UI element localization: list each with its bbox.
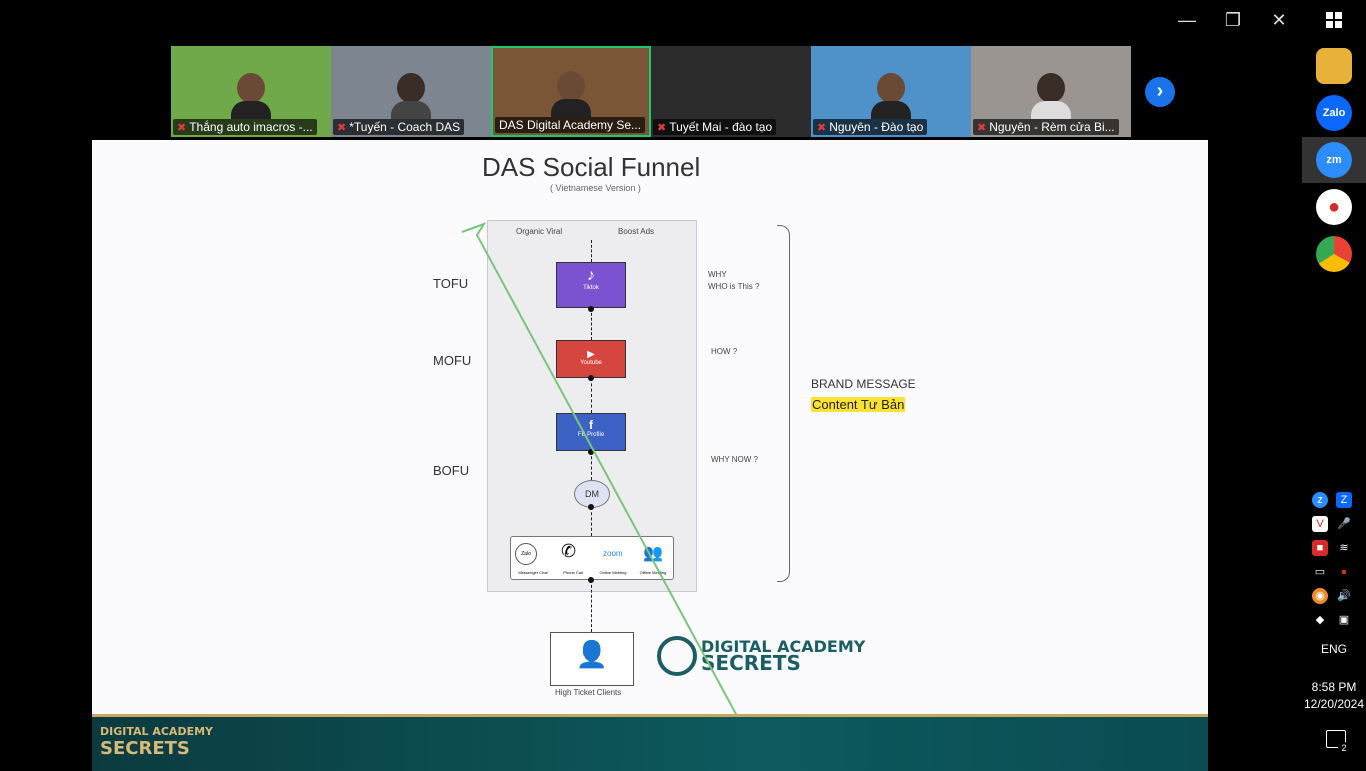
battery-icon[interactable]: ▭ — [1312, 564, 1328, 580]
participant-strip: ✖ Thắng auto imacros -... ✖ *Tuyến - Coach… — [171, 46, 1131, 137]
participant-name: Nguyên - Đào tạo — [829, 120, 924, 134]
participant-video — [391, 73, 431, 119]
footer-logo: DIGITAL ACADEMY SECRETS — [100, 725, 214, 759]
clock-date[interactable]: 12/20/2024 — [1302, 697, 1366, 711]
tray-v-icon[interactable]: V — [1312, 516, 1328, 532]
mic-muted-icon: ✖ — [657, 122, 667, 134]
participant-tile[interactable]: ✖ Nguyên - Đào tạo — [811, 46, 971, 137]
tray-zalo-icon[interactable]: Z — [1336, 492, 1352, 508]
shared-screen: DAS Social Funnel ( Vietnamese Version )… — [92, 140, 1208, 716]
participant-name: *Tuyến - Coach DAS — [349, 120, 461, 134]
restore-button[interactable]: ❐ — [1219, 8, 1247, 32]
participant-name: Tuyết Mai - đào tạo — [669, 120, 773, 134]
participant-tile-active[interactable]: DAS Digital Academy Se... — [491, 46, 651, 137]
tray-mic-icon[interactable]: 🎤 — [1336, 516, 1352, 532]
chrome-icon[interactable] — [1316, 236, 1352, 272]
chevron-right-icon: › — [1156, 80, 1164, 102]
participant-name: DAS Digital Academy Se... — [499, 118, 642, 132]
file-explorer-icon[interactable] — [1316, 48, 1352, 84]
tray-rss-icon[interactable]: ◉ — [1312, 588, 1328, 604]
participant-tile[interactable]: ✖ *Tuyến - Coach DAS — [331, 46, 491, 137]
participant-name: Thắng auto imacros -... — [189, 120, 313, 134]
participant-video — [871, 73, 911, 119]
tray-record-icon[interactable]: ● — [1336, 564, 1352, 580]
participant-video — [231, 73, 271, 119]
participant-video — [551, 71, 591, 117]
record-icon[interactable]: ● — [1316, 189, 1352, 225]
mic-muted-icon: ✖ — [177, 122, 187, 134]
tray-network-icon[interactable]: ◆ — [1312, 612, 1328, 628]
participant-tile[interactable]: ✖ Nguyên - Rèm cửa Bi... — [971, 46, 1131, 137]
tray-zoom-icon[interactable]: z — [1312, 492, 1328, 508]
wifi-icon[interactable]: ≋ — [1336, 540, 1352, 556]
windows-start-icon[interactable] — [1326, 12, 1342, 28]
participant-tile[interactable]: ✖ Tuyết Mai - đào tạo — [651, 46, 811, 137]
next-participants-button[interactable]: › — [1145, 77, 1175, 107]
tray-app-icon[interactable]: ■ — [1312, 540, 1328, 556]
annotation-line — [461, 222, 738, 716]
participant-name: Nguyên - Rèm cửa Bi... — [989, 120, 1115, 134]
mic-muted-icon: ✖ — [337, 122, 347, 134]
mic-muted-icon: ✖ — [817, 122, 827, 134]
minimize-button[interactable]: — — [1173, 8, 1201, 32]
tray-display-icon[interactable]: ▣ — [1336, 612, 1352, 628]
participant-tile[interactable]: ✖ Thắng auto imacros -... — [171, 46, 331, 137]
slide-footer-bar: DIGITAL ACADEMY SECRETS — [92, 714, 1208, 771]
notification-count: 2 — [1338, 742, 1350, 754]
zoom-icon[interactable]: zm — [1316, 142, 1352, 178]
close-button[interactable]: ✕ — [1265, 8, 1293, 32]
mic-muted-icon: ✖ — [977, 122, 987, 134]
participant-video — [1031, 73, 1071, 119]
volume-icon[interactable]: 🔊 — [1336, 588, 1352, 604]
zalo-icon[interactable]: Zalo — [1316, 95, 1352, 131]
clock-time[interactable]: 8:58 PM — [1302, 680, 1366, 694]
language-indicator[interactable]: ENG — [1302, 642, 1366, 656]
